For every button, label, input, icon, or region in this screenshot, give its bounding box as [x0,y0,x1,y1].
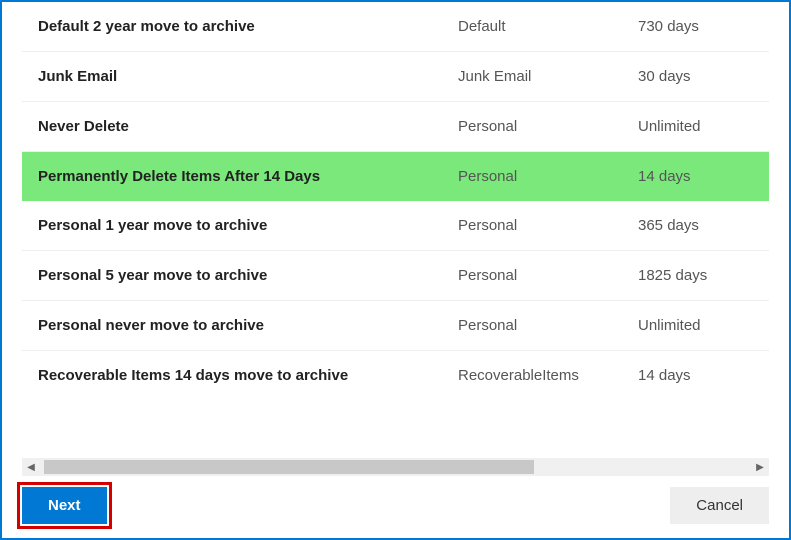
policy-name: Default 2 year move to archive [38,18,458,35]
policy-type: RecoverableItems [458,367,638,384]
table-row[interactable]: Junk Email Junk Email 30 days [22,52,769,102]
scroll-right-icon[interactable]: ▶ [751,458,769,476]
scroll-left-icon[interactable]: ◀ [22,458,40,476]
table-row[interactable]: Default 2 year move to archive Default 7… [22,2,769,52]
policy-retention: 14 days [638,168,753,185]
button-bar: Next Cancel [2,487,789,524]
policy-name: Permanently Delete Items After 14 Days [38,168,458,185]
policy-retention: 365 days [638,217,753,234]
scrollbar-thumb[interactable] [44,460,534,474]
policy-name: Personal 1 year move to archive [38,217,458,234]
policy-retention: Unlimited [638,118,753,135]
policy-retention: 30 days [638,68,753,85]
policy-retention: 14 days [638,367,753,384]
table-row-selected[interactable]: Permanently Delete Items After 14 Days P… [22,152,769,201]
policy-type: Personal [458,118,638,135]
policy-name: Never Delete [38,118,458,135]
policy-type: Personal [458,217,638,234]
policy-name: Recoverable Items 14 days move to archiv… [38,367,458,384]
policy-name: Junk Email [38,68,458,85]
policy-type: Default [458,18,638,35]
next-button[interactable]: Next [22,487,107,524]
policy-type: Personal [458,267,638,284]
policy-name: Personal never move to archive [38,317,458,334]
policy-name: Personal 5 year move to archive [38,267,458,284]
table-row[interactable]: Recoverable Items 14 days move to archiv… [22,351,769,400]
table-row[interactable]: Never Delete Personal Unlimited [22,102,769,152]
policy-retention: 1825 days [638,267,753,284]
table-row[interactable]: Personal never move to archive Personal … [22,301,769,351]
policy-table: Default 2 year move to archive Default 7… [2,2,789,452]
policy-retention: 730 days [638,18,753,35]
table-row[interactable]: Personal 1 year move to archive Personal… [22,201,769,251]
table-row[interactable]: Personal 5 year move to archive Personal… [22,251,769,301]
policy-retention: Unlimited [638,317,753,334]
cancel-button[interactable]: Cancel [670,487,769,524]
policy-type: Junk Email [458,68,638,85]
policy-type: Personal [458,168,638,185]
horizontal-scrollbar[interactable]: ◀ ▶ [22,458,769,476]
policy-type: Personal [458,317,638,334]
